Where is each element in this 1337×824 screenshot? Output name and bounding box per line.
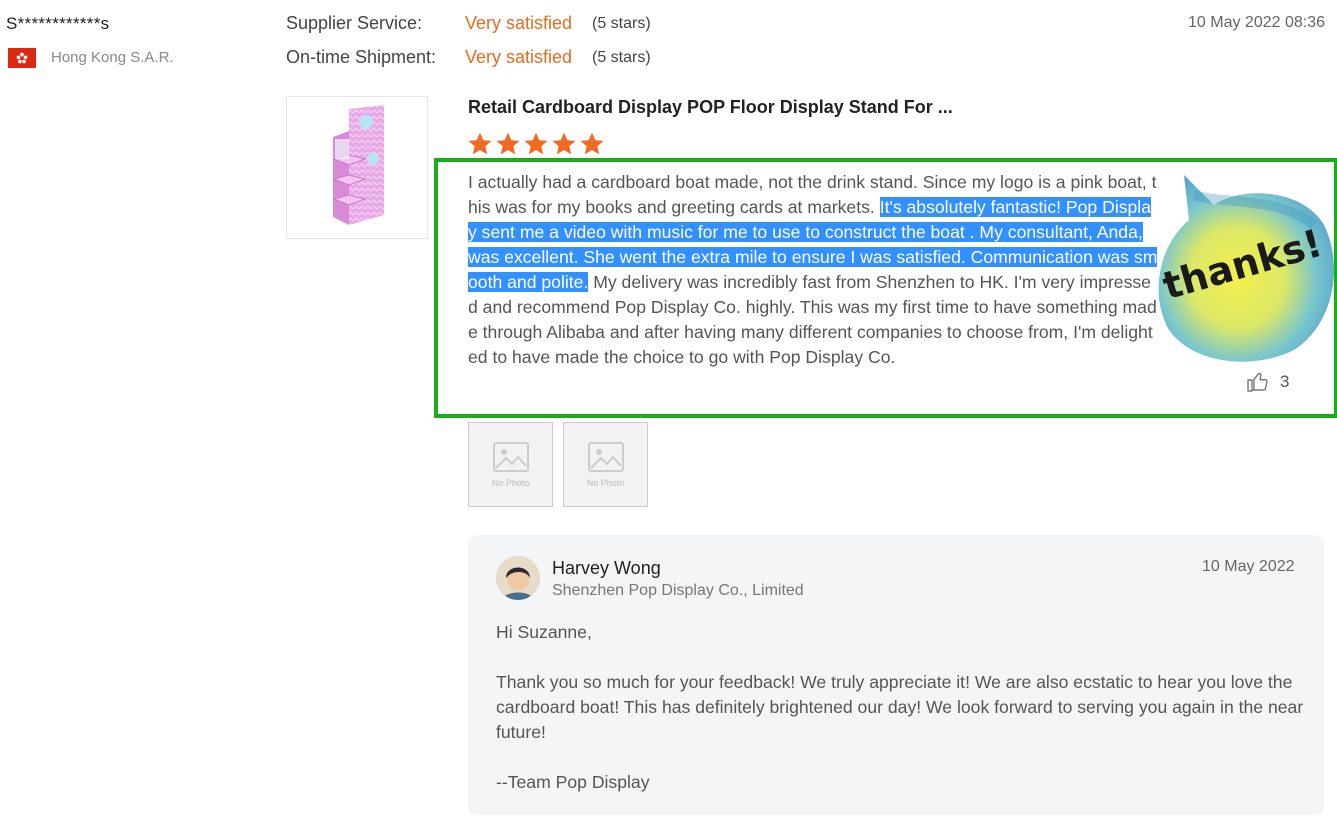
supplier-service-value: Very satisfied bbox=[465, 13, 573, 33]
reply-greeting: Hi Suzanne, bbox=[496, 622, 592, 642]
image-placeholder-icon bbox=[587, 441, 624, 472]
star-icon bbox=[524, 132, 548, 155]
no-photo-label: No Photo bbox=[491, 477, 530, 488]
display-stand-image bbox=[332, 105, 384, 225]
star-icon bbox=[552, 132, 576, 155]
review-date: 10 May 2022 08:36 bbox=[1188, 14, 1325, 31]
supplier-service-label: Supplier Service: bbox=[286, 13, 423, 33]
reply-body: Hi Suzanne, Thank you so much for your f… bbox=[496, 620, 1304, 795]
product-thumbnail[interactable] bbox=[286, 96, 428, 239]
thanks-sticker-image: thanks! bbox=[1158, 175, 1334, 362]
review-photo-1[interactable]: No Photo bbox=[468, 422, 553, 507]
reviewer-name: S************s bbox=[6, 14, 110, 33]
reviewer-country: Hong Kong S.A.R. bbox=[51, 49, 174, 66]
review-photo-2[interactable]: No Photo bbox=[563, 422, 648, 507]
image-placeholder-icon bbox=[492, 441, 529, 472]
product-star-rating bbox=[467, 131, 605, 157]
star-icon bbox=[580, 132, 604, 155]
review-text: I actually had a cardboard boat made, no… bbox=[468, 170, 1158, 370]
no-photo-label: No Photo bbox=[586, 477, 625, 488]
star-icon bbox=[468, 132, 492, 155]
on-time-shipment-value: Very satisfied bbox=[465, 47, 573, 67]
like-count: 3 bbox=[1280, 372, 1290, 391]
star-icon bbox=[496, 132, 520, 155]
reply-date: 10 May 2022 bbox=[1202, 558, 1295, 575]
avatar bbox=[496, 556, 540, 600]
on-time-shipment-stars: (5 stars) bbox=[592, 49, 651, 66]
supplier-service-stars: (5 stars) bbox=[592, 15, 651, 32]
on-time-shipment-label: On-time Shipment: bbox=[286, 47, 437, 67]
like-button[interactable]: 3 bbox=[1246, 370, 1289, 394]
hong-kong-flag-icon bbox=[8, 48, 36, 68]
reply-signoff: --Team Pop Display bbox=[496, 772, 650, 792]
thumbs-up-icon bbox=[1247, 372, 1268, 392]
product-title[interactable]: Retail Cardboard Display POP Floor Displ… bbox=[468, 97, 953, 118]
reply-company: Shenzhen Pop Display Co., Limited bbox=[552, 582, 804, 599]
reply-message: Thank you so much for your feedback! We … bbox=[496, 672, 1304, 742]
reply-author-name: Harvey Wong bbox=[552, 558, 661, 578]
